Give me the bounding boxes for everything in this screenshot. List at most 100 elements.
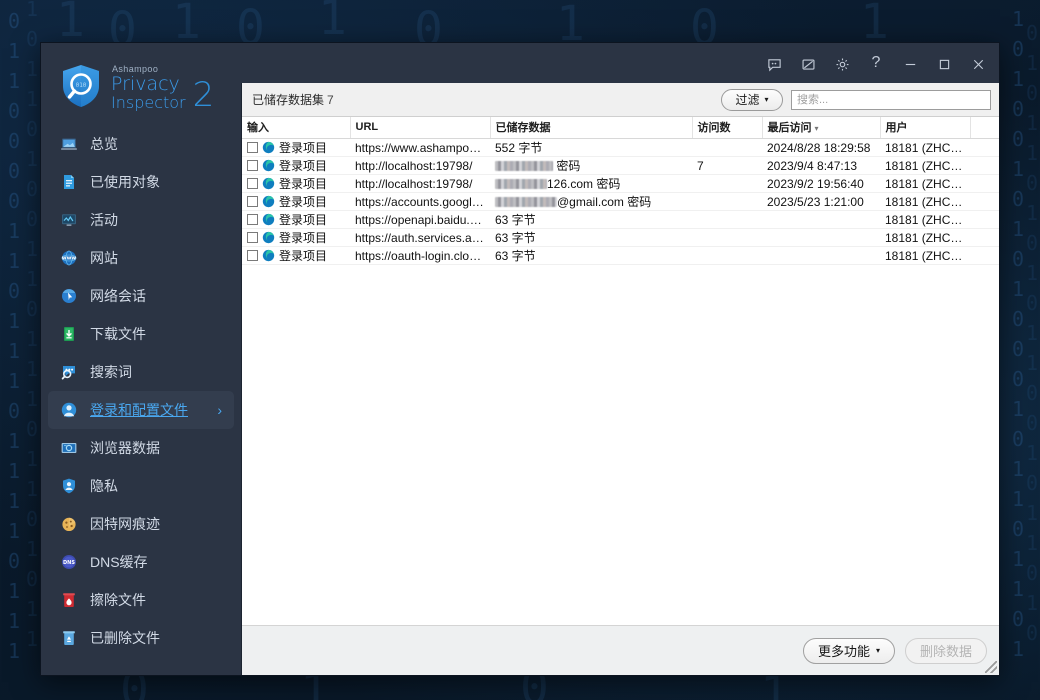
redacted-value [495, 161, 553, 171]
edge-browser-icon [262, 177, 275, 190]
filter-button[interactable]: 过滤 ▾ [721, 88, 783, 111]
delete-data-button[interactable]: 删除数据 [904, 637, 987, 664]
table-row[interactable]: 登录项目 https://oauth-login.cloud... 63 字节 … [242, 246, 999, 265]
cell-stored-suffix: 密码 [553, 159, 581, 173]
row-checkbox[interactable] [247, 178, 258, 189]
activity-icon [59, 210, 79, 230]
cell-visits [692, 246, 762, 265]
column-header-stored-data[interactable]: 已储存数据 [490, 117, 693, 139]
sidebar-item-privacy[interactable]: 隐私 [48, 467, 234, 505]
monitor-icon [59, 134, 79, 154]
sidebar-item-label: 浏览器数据 [90, 440, 160, 456]
application-window: ? 010 Ashampoo Privacy Inspector 2 总览 已使… [40, 42, 1000, 676]
table-row[interactable]: 登录项目 https://www.ashampoo.c... 552 字节 20… [242, 138, 999, 157]
cell-url: https://oauth-login.cloud... [350, 246, 490, 265]
column-header-user[interactable]: 用户 [880, 117, 971, 139]
notes-icon[interactable] [791, 51, 825, 77]
table-row[interactable]: 登录项目 https://auth.services.ado... 63 字节 … [242, 228, 999, 247]
row-checkbox[interactable] [247, 160, 258, 171]
cell-stored-data: 63 字节 [490, 228, 692, 247]
cell-visits [692, 228, 762, 247]
document-icon [59, 172, 79, 192]
cell-stored-data: 密码 [490, 156, 692, 175]
window-body: 010 Ashampoo Privacy Inspector 2 总览 已使用对… [41, 64, 999, 675]
column-header-input[interactable]: 输入 [242, 117, 351, 139]
cell-input: 登录项目 [242, 156, 350, 175]
sidebar: 010 Ashampoo Privacy Inspector 2 总览 已使用对… [41, 64, 241, 675]
sidebar-item-logins-and-profiles[interactable]: 登录和配置文件 › [48, 391, 234, 429]
row-checkbox[interactable] [247, 214, 258, 225]
cell-user: 18181 (ZHCN_... [880, 138, 970, 157]
column-header-visits[interactable]: 访问数 [692, 117, 763, 139]
sidebar-item-label: 总览 [90, 136, 118, 152]
sidebar-item-label: 隐私 [90, 478, 118, 494]
sidebar-item-dns-cache[interactable]: DNS DNS缓存 [48, 543, 234, 581]
data-grid: 输入 URL 已储存数据 访问数 最后访问 ▾ 用户 登录项目 https://… [242, 117, 999, 265]
edge-browser-icon [262, 159, 275, 172]
gear-icon[interactable] [825, 51, 859, 77]
cell-visits [692, 192, 762, 211]
cell-input: 登录项目 [242, 138, 350, 157]
column-header-last-visit[interactable]: 最后访问 ▾ [762, 117, 881, 139]
cell-last-visit: 2024/8/28 18:29:58 [762, 138, 880, 157]
sidebar-item-used-objects[interactable]: 已使用对象 [48, 163, 234, 201]
cell-stored-suffix: 126.com 密码 [547, 177, 621, 191]
wallpaper-digits-left2: 1 0 1 1 0 1 0 0 1 1 0 1 1 1 0 1 1 0 1 0 … [26, 0, 39, 651]
cell-stored-data: 552 字节 [490, 138, 692, 157]
sidebar-item-label: 登录和配置文件 [90, 402, 188, 418]
sidebar-item-websites[interactable]: www 网站 [48, 239, 234, 277]
table-row[interactable]: 登录项目 https://openapi.baidu.co... 63 字节 1… [242, 210, 999, 229]
dataset-count: 7 [327, 93, 334, 107]
cell-input: 登录项目 [242, 210, 350, 229]
filter-button-label: 过滤 [735, 93, 760, 107]
sidebar-item-search-terms[interactable]: 搜索词 [48, 353, 234, 391]
sidebar-item-network-sessions[interactable]: 网络会话 [48, 277, 234, 315]
cell-url: http://localhost:19798/ [350, 174, 490, 193]
sidebar-item-deleted-files[interactable]: 已删除文件 [48, 619, 234, 657]
cell-input: 登录项目 [242, 174, 350, 193]
maximize-icon[interactable] [927, 51, 961, 77]
resize-grip[interactable] [985, 661, 997, 673]
column-header-url[interactable]: URL [350, 117, 491, 139]
more-functions-button[interactable]: 更多功能 ▾ [802, 637, 895, 664]
row-checkbox[interactable] [247, 250, 258, 261]
row-checkbox[interactable] [247, 232, 258, 243]
download-icon [59, 324, 79, 344]
search-term-icon [59, 362, 79, 382]
sidebar-item-browser-data[interactable]: 浏览器数据 [48, 429, 234, 467]
sort-descending-icon: ▾ [814, 124, 819, 133]
edge-browser-icon [262, 195, 275, 208]
row-input-label: 登录项目 [279, 213, 328, 227]
close-icon[interactable] [961, 51, 995, 77]
help-icon[interactable]: ? [859, 51, 893, 77]
column-header-extra[interactable] [970, 117, 999, 139]
app-title-text: Ashampoo Privacy Inspector 2 [111, 64, 214, 112]
row-input-label: 登录项目 [279, 177, 328, 191]
sidebar-item-downloads[interactable]: 下载文件 [48, 315, 234, 353]
row-checkbox[interactable] [247, 196, 258, 207]
feedback-icon[interactable] [757, 51, 791, 77]
cell-url: https://www.ashampoo.c... [350, 138, 490, 157]
row-checkbox[interactable] [247, 142, 258, 153]
table-row[interactable]: 登录项目 http://localhost:19798/ 126.com 密码 … [242, 174, 999, 193]
search-input[interactable] [791, 89, 991, 110]
sidebar-item-activity[interactable]: 活动 [48, 201, 234, 239]
row-input-label: 登录项目 [279, 195, 328, 209]
wipe-file-icon [59, 590, 79, 610]
sidebar-item-wipe-files[interactable]: 擦除文件 [48, 581, 234, 619]
edge-browser-icon [262, 141, 275, 154]
cell-user: 18181 (ZHCN_... [880, 228, 970, 247]
cell-last-visit [762, 228, 880, 247]
minimize-icon[interactable] [893, 51, 927, 77]
cell-last-visit [762, 246, 880, 265]
table-row[interactable]: 登录项目 http://localhost:19798/ 密码 7 2023/9… [242, 156, 999, 175]
dns-icon: DNS [59, 552, 79, 572]
sidebar-item-label: 下载文件 [90, 326, 146, 342]
cell-last-visit: 2023/5/23 1:21:00 [762, 192, 880, 211]
sidebar-item-internet-traces[interactable]: 因特网痕迹 [48, 505, 234, 543]
table-row[interactable]: 登录项目 https://accounts.google.... @gmail.… [242, 192, 999, 211]
dataset-label: 已储存数据集 [252, 93, 325, 107]
cell-url: https://accounts.google.... [350, 192, 490, 211]
cell-stored-data: 126.com 密码 [490, 174, 692, 193]
sidebar-item-overview[interactable]: 总览 [48, 125, 234, 163]
